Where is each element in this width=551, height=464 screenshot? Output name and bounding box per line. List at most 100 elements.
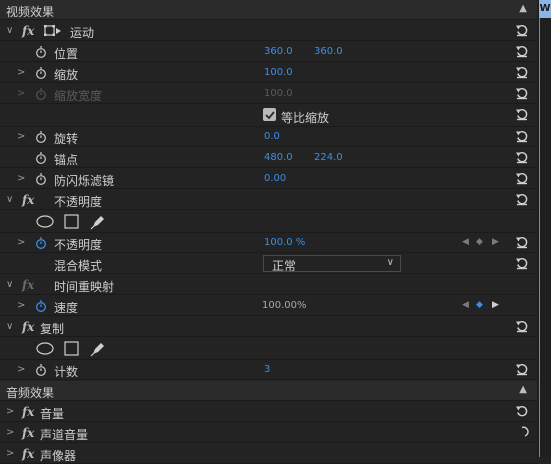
stopwatch-icon[interactable] [35, 364, 47, 376]
position-y-value[interactable]: 360.0 [314, 46, 343, 57]
speed-value[interactable]: 100.00% [262, 300, 307, 311]
chevron-right-icon[interactable]: > [17, 131, 25, 142]
chevron-right-icon[interactable]: > [17, 364, 25, 375]
effect-row-motion[interactable]: ∨ fx 运动 [0, 21, 537, 41]
fx-toggle-icon[interactable]: fx [22, 24, 34, 38]
chevron-down-icon: ∨ [386, 257, 394, 268]
collapse-up-icon[interactable]: ▲ [519, 384, 527, 395]
reset-icon[interactable] [515, 319, 529, 333]
reset-icon[interactable] [515, 362, 529, 376]
rectangle-mask-icon[interactable] [64, 341, 79, 356]
uniform-scale-label: 等比缩放 [281, 111, 330, 125]
prev-keyframe-icon[interactable]: ◀ [462, 237, 469, 247]
pen-mask-icon[interactable] [90, 341, 106, 357]
property-row-blend-mode[interactable]: 混合模式 正常 ∨ [0, 254, 537, 274]
chevron-right-icon[interactable]: > [17, 300, 25, 311]
property-row-uniform-scale[interactable]: 等比缩放 [0, 105, 537, 127]
property-row-anchor[interactable]: 锚点 480.0 224.0 [0, 148, 537, 168]
property-row-position[interactable]: 位置 360.0 360.0 [0, 42, 537, 62]
blend-mode-select[interactable]: 正常 ∨ [263, 255, 401, 273]
next-keyframe-icon[interactable]: ▶ [492, 237, 499, 247]
add-keyframe-icon[interactable]: ◆ [476, 300, 483, 310]
fx-toggle-icon[interactable]: fx [22, 447, 34, 461]
property-row-scale-width: > 缩放宽度 100.0 [0, 84, 537, 104]
opacity-value[interactable]: 100.0 % [264, 237, 305, 248]
effect-row-volume[interactable]: > fx 音量 [0, 402, 537, 422]
anchor-y-value[interactable]: 224.0 [314, 152, 343, 163]
ellipse-mask-icon[interactable] [36, 342, 54, 355]
effect-row-panner[interactable]: > fx 声像器 [0, 444, 537, 464]
pen-mask-icon[interactable] [90, 214, 106, 230]
collapse-up-icon[interactable]: ▲ [519, 3, 527, 14]
reset-icon[interactable] [515, 23, 529, 37]
chevron-down-icon[interactable]: ∨ [6, 194, 13, 205]
stopwatch-active-icon[interactable] [35, 237, 47, 249]
stopwatch-icon[interactable] [35, 131, 47, 143]
playhead-line [539, 18, 540, 457]
chevron-right-icon[interactable]: > [6, 406, 14, 417]
fx-toggle-icon[interactable]: fx [22, 426, 34, 440]
reset-icon[interactable] [515, 86, 529, 100]
property-label-rotation: 旋转 [54, 132, 79, 146]
stopwatch-active-icon[interactable] [35, 300, 47, 312]
reset-icon[interactable] [515, 425, 529, 439]
property-row-anti-flicker[interactable]: > 防闪烁滤镜 0.00 [0, 169, 537, 189]
chevron-right-icon[interactable]: > [17, 173, 25, 184]
reset-icon[interactable] [515, 44, 529, 58]
prev-keyframe-icon[interactable]: ◀ [462, 300, 469, 310]
property-label-speed: 速度 [54, 301, 79, 315]
property-label-position: 位置 [54, 47, 79, 61]
reset-icon[interactable] [515, 235, 529, 249]
rectangle-mask-icon[interactable] [64, 214, 79, 229]
property-row-count[interactable]: > 计数 3 [0, 360, 537, 380]
stopwatch-icon[interactable] [35, 46, 47, 58]
count-value[interactable]: 3 [264, 364, 270, 375]
effect-label-volume: 音量 [40, 407, 65, 421]
anti-flicker-value[interactable]: 0.00 [264, 173, 286, 184]
fx-toggle-icon[interactable]: fx [22, 320, 34, 334]
reset-icon[interactable] [515, 404, 529, 418]
blend-mode-value: 正常 [272, 259, 297, 273]
property-label-opacity: 不透明度 [54, 238, 103, 252]
fx-toggle-icon[interactable]: fx [22, 405, 34, 419]
video-effects-title: 视频效果 [6, 5, 55, 19]
playhead-label[interactable]: W [539, 0, 551, 18]
property-row-opacity[interactable]: > 不透明度 100.0 % ◀ ◆ ▶ [0, 233, 537, 253]
scale-width-value: 100.0 [264, 88, 293, 99]
effect-row-replicate[interactable]: ∨ fx 复制 [0, 317, 537, 337]
effect-row-opacity[interactable]: ∨ fx 不透明度 [0, 190, 537, 210]
rotation-value[interactable]: 0.0 [264, 131, 280, 142]
effect-row-channel-volume[interactable]: > fx 声道音量 [0, 423, 537, 443]
reset-icon[interactable] [515, 129, 529, 143]
property-row-speed[interactable]: > 速度 100.00% ◀ ◆ ▶ [0, 296, 537, 316]
reset-icon[interactable] [515, 150, 529, 164]
property-row-scale[interactable]: > 缩放 100.0 [0, 63, 537, 83]
reset-icon[interactable] [515, 107, 529, 121]
reset-icon[interactable] [515, 256, 529, 270]
effect-controls-panel: 视频效果 ▲ ∨ fx 运动 位置 360.0 360.0 > 缩放 100.0… [0, 0, 537, 464]
chevron-down-icon[interactable]: ∨ [6, 279, 13, 290]
position-x-value[interactable]: 360.0 [264, 46, 293, 57]
chevron-down-icon[interactable]: ∨ [6, 25, 13, 36]
next-keyframe-icon[interactable]: ▶ [492, 300, 499, 310]
fx-toggle-icon[interactable]: fx [22, 193, 34, 207]
anchor-x-value[interactable]: 480.0 [264, 152, 293, 163]
transform-box-icon[interactable] [44, 25, 62, 37]
chevron-right-icon[interactable]: > [6, 427, 14, 438]
chevron-right-icon[interactable]: > [6, 448, 14, 459]
add-keyframe-icon[interactable]: ◆ [476, 237, 483, 247]
ellipse-mask-icon[interactable] [36, 215, 54, 228]
chevron-right-icon[interactable]: > [17, 67, 25, 78]
chevron-right-icon[interactable]: > [17, 237, 25, 248]
scale-value[interactable]: 100.0 [264, 67, 293, 78]
reset-icon[interactable] [515, 65, 529, 79]
stopwatch-icon[interactable] [35, 67, 47, 79]
reset-icon[interactable] [515, 171, 529, 185]
stopwatch-icon[interactable] [35, 152, 47, 164]
chevron-down-icon[interactable]: ∨ [6, 321, 13, 332]
effect-label-motion: 运动 [70, 26, 95, 40]
reset-icon[interactable] [515, 192, 529, 206]
stopwatch-icon[interactable] [35, 173, 47, 185]
property-row-rotation[interactable]: > 旋转 0.0 [0, 127, 537, 147]
effect-row-time-remap[interactable]: ∨ fx 时间重映射 [0, 275, 537, 295]
